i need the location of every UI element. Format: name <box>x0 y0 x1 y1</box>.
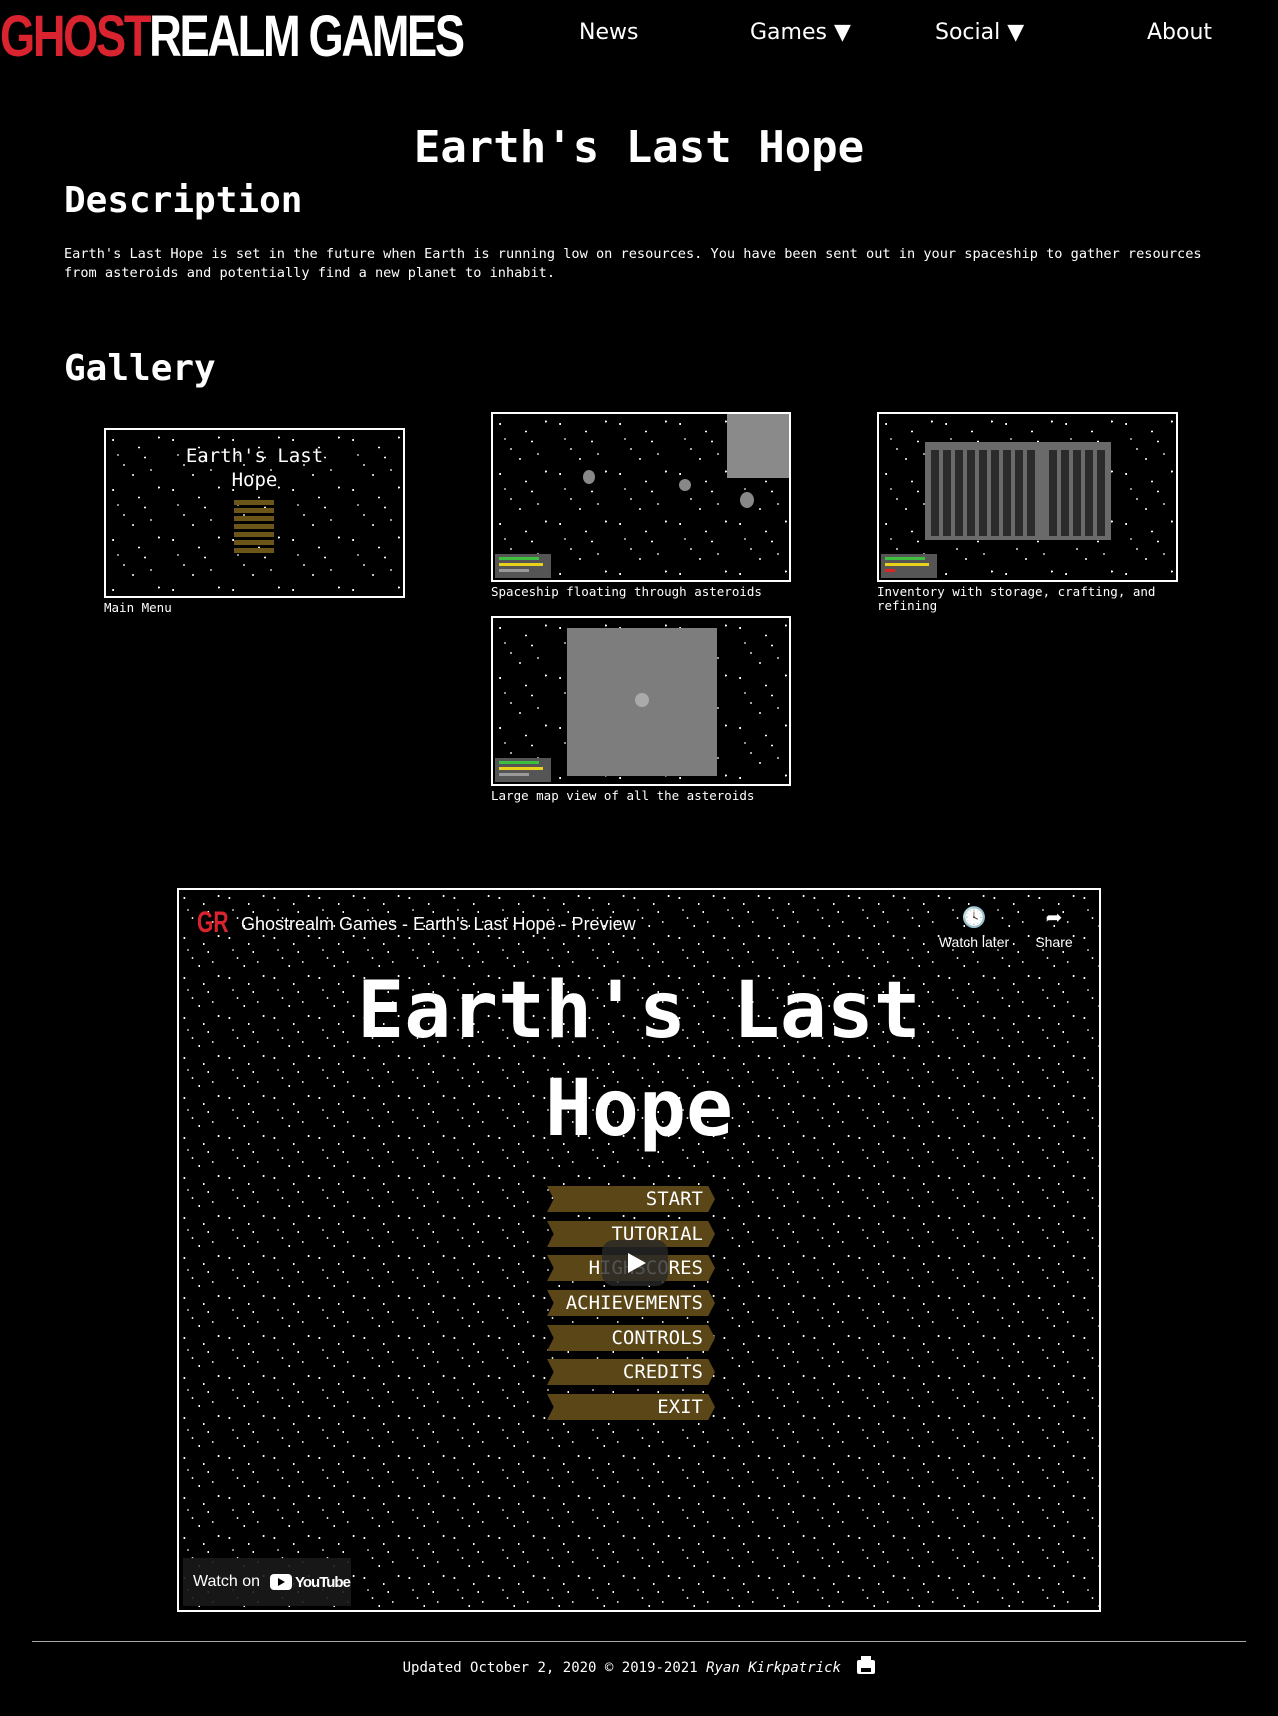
nav-games-dropdown[interactable]: Games ▼ <box>750 20 851 45</box>
asteroid <box>679 479 691 491</box>
thumb-menu-bar <box>234 508 274 513</box>
site-logo[interactable]: GHOST REALM GAMES <box>0 0 465 72</box>
video-title[interactable]: Ghostrealm Games - Earth's Last Hope - P… <box>241 914 636 935</box>
youtube-embed[interactable]: GR Ghostrealm Games - Earth's Last Hope … <box>177 888 1101 1612</box>
thumb-menu-bar <box>234 532 274 537</box>
watch-later-label: Watch later <box>938 934 1010 950</box>
nav-social-dropdown[interactable]: Social ▼ <box>935 20 1024 45</box>
gallery-heading: Gallery <box>64 348 216 389</box>
youtube-logo: YouTube <box>270 1574 351 1591</box>
game-description: Earth's Last Hope is set in the future w… <box>64 246 1202 281</box>
watch-later-button[interactable]: 🕓 Watch later <box>929 906 1019 950</box>
inventory-grid <box>929 450 1039 536</box>
thumb-menu-bar <box>234 540 274 545</box>
gallery-caption: Spaceship floating through asteroids <box>491 584 762 599</box>
logo-realm-games: REALM GAMES <box>149 3 465 69</box>
video-game-title-line1: Earth's Last <box>357 966 921 1056</box>
site-header: GHOST REALM GAMES News Games ▼ Social ▼ A… <box>0 0 1278 80</box>
thumb-menu-bar <box>234 516 274 521</box>
footer-author: Ryan Kirkpatrick <box>706 1660 841 1676</box>
video-game-title: Earth's Last Hope <box>179 962 1099 1158</box>
gallery-thumb-map[interactable] <box>491 616 791 786</box>
footer-divider <box>32 1641 1246 1642</box>
youtube-play-icon <box>270 1574 292 1590</box>
gallery-caption: Large map view of all the asteroids <box>491 788 755 803</box>
description-heading: Description <box>64 180 303 221</box>
nav-news[interactable]: News <box>579 20 638 45</box>
clock-icon: 🕓 <box>961 907 987 929</box>
thumb-game-title: Earth's Last Hope <box>185 445 324 491</box>
footer-updated: Updated October 2, 2020 © 2019-2021 <box>402 1660 698 1676</box>
thumb-menu-bar <box>234 548 274 553</box>
gallery-thumb-spaceship[interactable] <box>491 412 791 582</box>
asteroid <box>583 470 595 484</box>
channel-logo[interactable]: GR <box>197 906 229 940</box>
gallery-thumb-main-menu[interactable]: Earth's Last Hope <box>104 428 405 598</box>
gallery-caption: Inventory with storage, crafting, and re… <box>877 584 1156 613</box>
watch-on-label: Watch on <box>193 1573 260 1590</box>
menu-start[interactable]: START <box>547 1186 715 1212</box>
share-label: Share <box>1035 934 1073 950</box>
thumb-menu-bar <box>234 500 274 505</box>
asteroid <box>740 492 754 508</box>
page-title: Earth's Last Hope <box>413 122 865 173</box>
footer: Updated October 2, 2020 © 2019-2021 Ryan… <box>0 1656 1278 1676</box>
play-icon[interactable] <box>602 1240 668 1286</box>
crafting-grid <box>1047 450 1107 536</box>
share-button[interactable]: ➦ Share <box>1009 906 1099 950</box>
menu-controls[interactable]: CONTROLS <box>547 1325 715 1351</box>
gallery-caption: Main Menu <box>104 600 172 615</box>
watch-on-youtube-button[interactable]: Watch on YouTube <box>183 1558 351 1606</box>
status-bars <box>495 554 551 578</box>
status-bars <box>495 758 551 782</box>
thumb-menu-bar <box>234 524 274 529</box>
menu-exit[interactable]: EXIT <box>547 1394 715 1420</box>
status-bars <box>881 554 937 578</box>
video-game-title-line2: Hope <box>545 1064 733 1154</box>
minimap-overlay <box>727 414 789 478</box>
logo-ghost: GHOST <box>0 3 152 69</box>
asteroid <box>635 693 649 707</box>
menu-achievements[interactable]: ACHIEVEMENTS <box>547 1290 715 1316</box>
print-icon[interactable] <box>857 1656 876 1674</box>
menu-credits[interactable]: CREDITS <box>547 1359 715 1385</box>
share-icon: ➦ <box>1045 907 1063 929</box>
gallery-thumb-inventory[interactable] <box>877 412 1178 582</box>
nav-about[interactable]: About <box>1147 20 1212 45</box>
